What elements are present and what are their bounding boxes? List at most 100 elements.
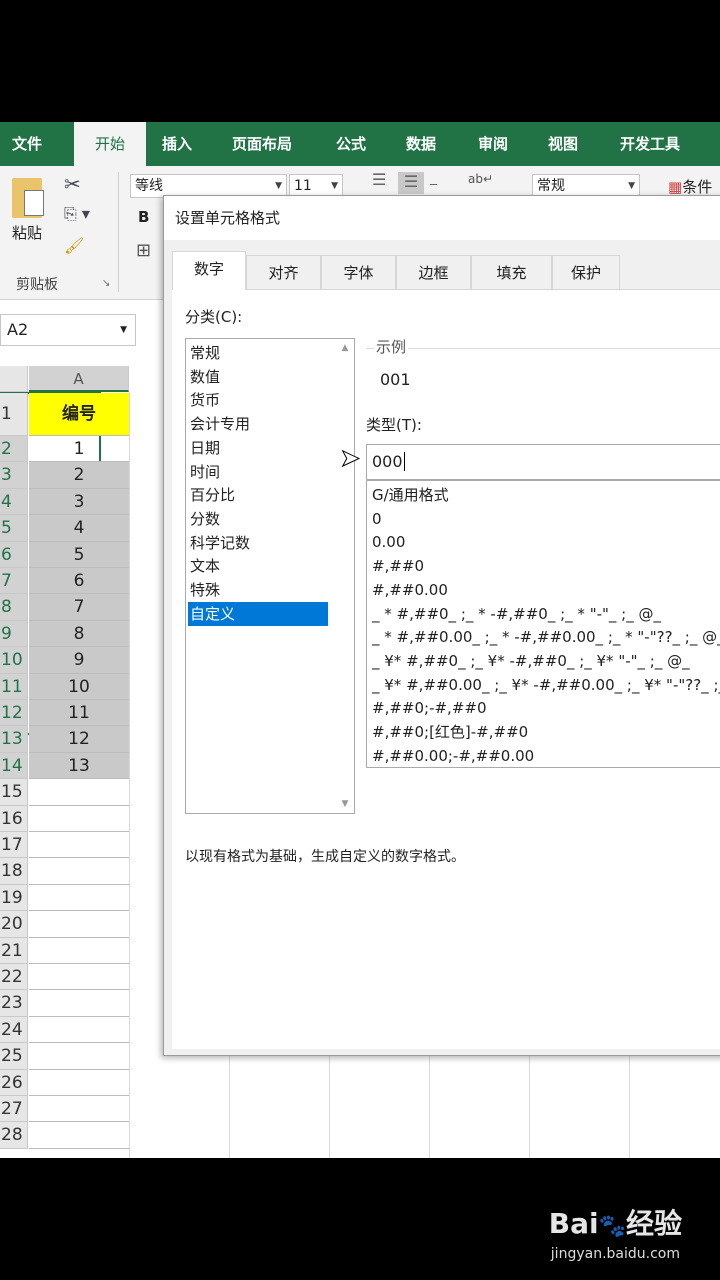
category-item[interactable]: 数值 bbox=[188, 365, 328, 389]
dialog-tab[interactable]: 填充 bbox=[471, 255, 552, 289]
data-cell[interactable]: 11 bbox=[29, 700, 129, 727]
type-input[interactable]: 000 bbox=[366, 444, 720, 480]
align-middle-icon[interactable]: ☰ bbox=[398, 172, 424, 194]
scroll-down-icon[interactable]: ▼ bbox=[336, 799, 354, 809]
scroll-up-icon[interactable]: ▲ bbox=[336, 343, 354, 353]
column-header-a[interactable]: A bbox=[29, 366, 129, 392]
format-item[interactable]: _ ¥* #,##0_ ;_ ¥* -#,##0_ ;_ ¥* "-"_ ;_ … bbox=[372, 649, 690, 673]
data-cell[interactable]: 6 bbox=[29, 568, 129, 595]
borders-icon[interactable]: ⊞ bbox=[136, 240, 151, 261]
category-item[interactable]: 自定义 bbox=[188, 601, 328, 626]
row-header[interactable]: 19 bbox=[0, 884, 28, 912]
row-header[interactable]: 4 bbox=[0, 488, 28, 516]
data-cell[interactable]: 7 bbox=[29, 594, 129, 621]
row-header[interactable]: 26 bbox=[0, 1069, 28, 1096]
row-header[interactable]: 7 bbox=[0, 568, 28, 595]
data-cell[interactable]: 10 bbox=[29, 673, 129, 700]
row-header[interactable]: 18 bbox=[0, 858, 28, 885]
select-all-corner[interactable] bbox=[0, 366, 28, 392]
category-item[interactable]: 分数 bbox=[188, 507, 328, 531]
row-header[interactable]: 20 bbox=[0, 911, 28, 938]
row-header[interactable]: 24 bbox=[0, 1016, 28, 1044]
category-scrollbar[interactable]: ▲ ▼ bbox=[336, 339, 354, 813]
category-item[interactable]: 特殊 bbox=[188, 578, 328, 602]
empty-cell[interactable] bbox=[29, 1096, 129, 1123]
data-cell[interactable]: 5 bbox=[29, 541, 129, 568]
ribbon-tab[interactable]: 审阅 bbox=[478, 122, 508, 166]
row-header[interactable]: 6 bbox=[0, 541, 28, 568]
format-item[interactable]: #,##0.00;-#,##0.00 bbox=[372, 744, 534, 767]
row-header[interactable]: 5 bbox=[0, 515, 28, 542]
empty-cell[interactable] bbox=[29, 911, 129, 938]
empty-cell[interactable] bbox=[29, 1070, 129, 1096]
row-header[interactable]: 12 bbox=[0, 700, 28, 727]
dialog-tab[interactable]: 对齐 bbox=[246, 255, 321, 289]
align-bottom-icon[interactable]: ⎯ bbox=[430, 176, 437, 192]
row-header[interactable]: 11 bbox=[0, 673, 28, 700]
copy-icon[interactable]: ⎘ ▾ bbox=[64, 204, 90, 224]
data-cell[interactable]: 12 bbox=[29, 726, 129, 753]
ribbon-tab[interactable]: 数据 bbox=[406, 122, 436, 166]
ribbon-tab[interactable]: 开发工具 bbox=[620, 122, 680, 166]
paste-icon[interactable] bbox=[12, 178, 44, 218]
ribbon-tab[interactable]: 公式 bbox=[336, 122, 366, 166]
empty-cell[interactable] bbox=[29, 779, 129, 806]
row-header[interactable]: 10 bbox=[0, 647, 28, 674]
row-header[interactable]: 23 bbox=[0, 990, 28, 1017]
row-header[interactable]: 17 bbox=[0, 832, 28, 859]
ribbon-tab[interactable]: 页面布局 bbox=[232, 122, 292, 166]
category-item[interactable]: 货币 bbox=[188, 388, 328, 412]
row-header[interactable]: 15 bbox=[0, 779, 28, 806]
format-item[interactable]: _ * #,##0_ ;_ * -#,##0_ ;_ * "-"_ ;_ @_ bbox=[372, 602, 661, 626]
align-top-icon[interactable]: ☰ bbox=[372, 170, 386, 189]
data-cell[interactable]: 13 bbox=[29, 752, 129, 780]
empty-cell[interactable] bbox=[29, 1043, 129, 1070]
empty-cell[interactable] bbox=[29, 832, 129, 859]
format-item[interactable]: #,##0;[红色]-#,##0 bbox=[372, 720, 528, 744]
wrap-text-icon[interactable]: ab↵ bbox=[468, 172, 493, 186]
dialog-tab[interactable]: 边框 bbox=[396, 255, 471, 289]
format-item[interactable]: _ * #,##0.00_ ;_ * -#,##0.00_ ;_ * "-"??… bbox=[372, 625, 720, 649]
category-item[interactable]: 科学记数 bbox=[188, 531, 328, 555]
format-item[interactable]: _ ¥* #,##0.00_ ;_ ¥* -#,##0.00_ ;_ ¥* "-… bbox=[372, 673, 720, 697]
data-cell[interactable]: 8 bbox=[29, 620, 129, 648]
cut-icon[interactable]: ✂ bbox=[64, 172, 81, 196]
name-box[interactable]: A2 ▼ bbox=[0, 314, 136, 346]
data-cell[interactable]: 2 bbox=[29, 462, 129, 489]
category-list[interactable]: ▲ ▼ 常规 数值 货币 会计专用 日期 时间 百分比 分数 科学记数 文本 特殊 自定义 bbox=[185, 338, 355, 814]
ribbon-tab[interactable]: 视图 bbox=[548, 122, 578, 166]
ribbon-tab[interactable]: 开始 bbox=[74, 122, 146, 166]
format-item[interactable]: G/通用格式 bbox=[372, 483, 449, 507]
ribbon-tab[interactable]: 插入 bbox=[162, 122, 192, 166]
format-item[interactable]: 0 bbox=[372, 507, 382, 531]
dialog-tab[interactable]: 字体 bbox=[321, 255, 396, 289]
conditional-format-button[interactable]: ▦条件 bbox=[668, 176, 712, 197]
paste-button[interactable]: 粘贴 bbox=[12, 222, 42, 243]
category-item[interactable]: 时间 bbox=[188, 460, 328, 484]
empty-cell[interactable] bbox=[29, 885, 129, 912]
dialog-tab[interactable]: 数字 bbox=[172, 251, 246, 290]
category-item[interactable]: 日期 bbox=[188, 436, 328, 460]
row-header[interactable]: 21 bbox=[0, 937, 28, 964]
dialog-launcher-icon[interactable]: ↘ bbox=[102, 278, 110, 289]
row-header[interactable]: 8 bbox=[0, 594, 28, 621]
empty-cell[interactable] bbox=[29, 1122, 129, 1149]
row-header[interactable]: 27 bbox=[0, 1096, 28, 1123]
format-item[interactable]: #,##0;-#,##0 bbox=[372, 696, 487, 720]
header-cell[interactable]: 编号 bbox=[29, 393, 129, 436]
format-item[interactable]: 0.00 bbox=[372, 530, 405, 554]
category-item[interactable]: 常规 bbox=[188, 341, 328, 365]
empty-cell[interactable] bbox=[29, 990, 129, 1017]
bold-button[interactable]: B bbox=[138, 208, 149, 226]
format-list[interactable]: G/通用格式 0 0.00 #,##0 #,##0.00 _ * #,##0_ ;_ * … bbox=[366, 480, 720, 768]
empty-cell[interactable] bbox=[29, 858, 129, 885]
row-header[interactable]: 14 bbox=[0, 752, 28, 780]
dialog-tab[interactable]: 保护 bbox=[552, 255, 620, 289]
row-header[interactable]: 1 bbox=[0, 393, 28, 436]
empty-cell[interactable] bbox=[29, 806, 129, 832]
row-header[interactable]: 9 bbox=[0, 620, 28, 648]
data-cell[interactable]: 4 bbox=[29, 515, 129, 542]
format-item[interactable]: #,##0 bbox=[372, 554, 424, 578]
data-cell[interactable]: 3 bbox=[29, 488, 129, 516]
row-header[interactable]: 3 bbox=[0, 462, 28, 489]
